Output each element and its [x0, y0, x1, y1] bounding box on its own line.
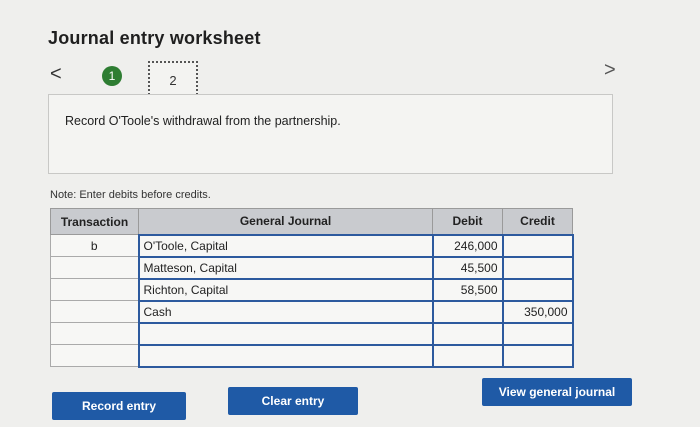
- header-credit: Credit: [502, 208, 573, 235]
- record-entry-button[interactable]: Record entry: [52, 392, 186, 420]
- account-name: Matteson, Capital: [143, 260, 237, 275]
- account-cell[interactable]: Richton, Capital: [137, 277, 434, 302]
- account-name: Cash: [143, 304, 172, 319]
- step-1-button[interactable]: 1: [102, 66, 122, 86]
- account-cell[interactable]: Matteson, Capital: [137, 255, 434, 280]
- header-debit: Debit: [432, 208, 503, 235]
- table-row: [50, 343, 574, 368]
- chevron-left-icon[interactable]: <: [50, 64, 62, 84]
- prompt-text: Record O'Toole's withdrawal from the par…: [65, 114, 341, 128]
- credit-cell[interactable]: [501, 277, 574, 302]
- account-cell[interactable]: [137, 343, 434, 368]
- transaction-cell[interactable]: b: [50, 234, 139, 257]
- table-row: Matteson, Capital 45,500: [50, 255, 574, 280]
- clear-entry-button[interactable]: Clear entry: [228, 387, 358, 415]
- debit-cell[interactable]: 58,500: [431, 277, 504, 302]
- account-cell[interactable]: [137, 321, 434, 346]
- credit-cell[interactable]: [501, 321, 574, 346]
- transaction-cell[interactable]: [50, 278, 139, 301]
- credit-cell[interactable]: [501, 343, 574, 368]
- table-row: Richton, Capital 58,500: [50, 277, 574, 302]
- table-row: b O'Toole, Capital 246,000: [50, 233, 574, 258]
- table-row: [50, 321, 574, 346]
- account-name: Richton, Capital: [143, 282, 229, 297]
- credit-cell[interactable]: [501, 233, 574, 258]
- journal-table: Transaction General Journal Debit Credit…: [50, 208, 574, 368]
- debit-cell[interactable]: 246,000: [431, 233, 504, 258]
- debit-cell[interactable]: [431, 299, 504, 324]
- header-general-journal: General Journal: [138, 208, 433, 235]
- debit-cell[interactable]: [431, 321, 504, 346]
- credit-cell[interactable]: 350,000: [501, 299, 574, 324]
- transaction-cell[interactable]: [50, 322, 139, 345]
- credit-cell[interactable]: [501, 255, 574, 280]
- transaction-cell[interactable]: [50, 256, 139, 279]
- table-row: Cash 350,000: [50, 299, 574, 324]
- account-name: O'Toole, Capital: [143, 238, 228, 253]
- account-cell[interactable]: Cash: [137, 299, 434, 324]
- view-general-journal-button[interactable]: View general journal: [482, 378, 632, 406]
- prompt-box: Record O'Toole's withdrawal from the par…: [48, 94, 613, 174]
- debit-cell[interactable]: [431, 343, 504, 368]
- transaction-cell[interactable]: [50, 344, 139, 367]
- chevron-right-icon[interactable]: >: [604, 60, 616, 80]
- debit-cell[interactable]: 45,500: [431, 255, 504, 280]
- transaction-cell[interactable]: [50, 300, 139, 323]
- page-title: Journal entry worksheet: [48, 28, 261, 48]
- note-text: Note: Enter debits before credits.: [50, 189, 211, 201]
- account-cell[interactable]: O'Toole, Capital: [137, 233, 434, 258]
- header-transaction: Transaction: [50, 208, 139, 235]
